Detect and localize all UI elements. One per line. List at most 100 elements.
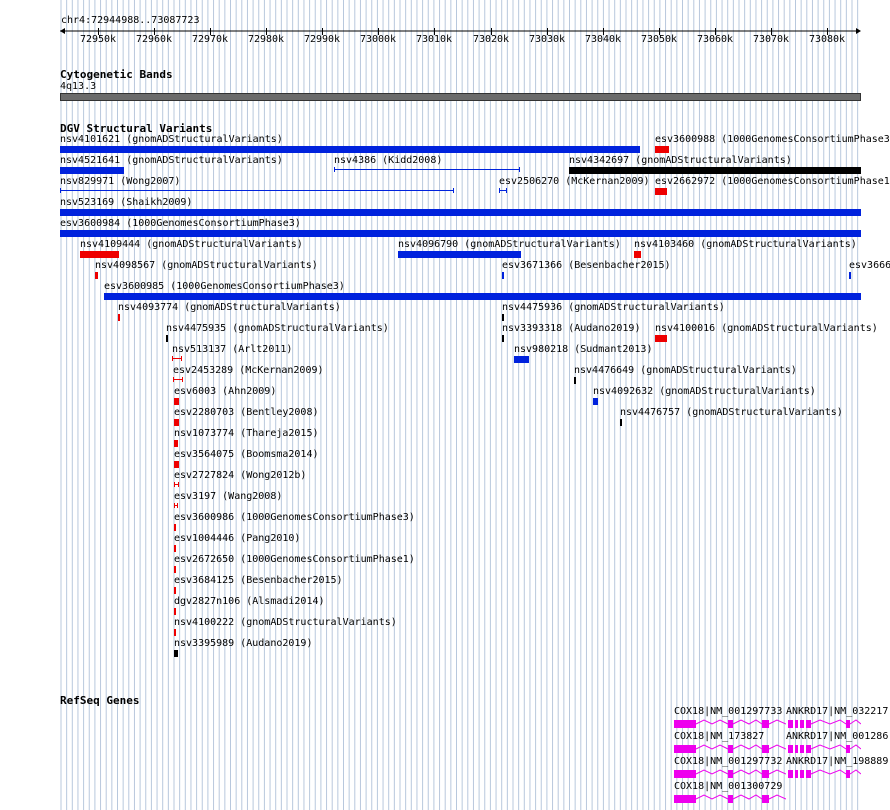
variant-bar[interactable] xyxy=(849,272,851,279)
gene-label[interactable]: ANKRD17|NM_001286 xyxy=(786,731,888,743)
gene-model[interactable] xyxy=(786,768,861,780)
variant-bar[interactable] xyxy=(172,356,182,361)
variant-label[interactable]: nsv4386 (Kidd2008) xyxy=(334,155,442,167)
variant-label[interactable]: nsv980218 (Sudmant2013) xyxy=(514,344,652,356)
variant-label[interactable]: nsv4521641 (gnomADStructuralVariants) xyxy=(60,155,283,167)
variant-bar[interactable] xyxy=(174,503,178,508)
variant-label[interactable]: nsv4475935 (gnomADStructuralVariants) xyxy=(166,323,389,335)
variant-label[interactable]: nsv4101621 (gnomADStructuralVariants) xyxy=(60,134,283,146)
variant-bar[interactable] xyxy=(174,482,179,487)
variant-bar[interactable] xyxy=(655,335,667,342)
gene-model[interactable] xyxy=(786,718,861,730)
variant-bar[interactable] xyxy=(174,440,178,447)
variant-bar[interactable] xyxy=(634,251,641,258)
gene-label[interactable]: COX18|NM_001300729 xyxy=(674,781,782,793)
cytoband-bar[interactable] xyxy=(60,93,861,101)
variant-bar[interactable] xyxy=(174,398,179,405)
variant-bar[interactable] xyxy=(593,398,598,405)
variant-label[interactable]: nsv3393318 (Audano2019) xyxy=(502,323,640,335)
variant-label[interactable]: nsv3395989 (Audano2019) xyxy=(174,638,312,650)
variant-bar[interactable] xyxy=(60,188,454,193)
ruler-tick-label: 73040k xyxy=(584,34,622,45)
variant-bar[interactable] xyxy=(95,272,98,279)
variant-bar[interactable] xyxy=(574,377,576,384)
variant-label[interactable]: nsv4475936 (gnomADStructuralVariants) xyxy=(502,302,725,314)
variant-label[interactable]: nsv829971 (Wong2007) xyxy=(60,176,180,188)
variant-label[interactable]: nsv4109444 (gnomADStructuralVariants) xyxy=(80,239,303,251)
variant-label[interactable]: esv6003 (Ahn2009) xyxy=(174,386,276,398)
variant-bar[interactable] xyxy=(166,335,168,342)
variant-label[interactable]: esv3564075 (Boomsma2014) xyxy=(174,449,319,461)
gene-model[interactable] xyxy=(786,743,861,755)
variant-bar[interactable] xyxy=(502,272,504,279)
variant-label[interactable]: nsv4100222 (gnomADStructuralVariants) xyxy=(174,617,397,629)
variant-bar[interactable] xyxy=(60,209,861,216)
variant-label[interactable]: dgv2827n106 (Alsmadi2014) xyxy=(174,596,325,608)
variant-bar[interactable] xyxy=(60,167,124,174)
gene-model[interactable] xyxy=(674,793,786,805)
variant-bar[interactable] xyxy=(174,587,176,594)
variant-bar[interactable] xyxy=(655,146,669,153)
variant-bar[interactable] xyxy=(60,146,640,153)
variant-label[interactable]: esv3197 (Wang2008) xyxy=(174,491,282,503)
gene-label[interactable]: COX18|NM_001297732 xyxy=(674,756,782,768)
gene-label[interactable]: COX18|NM_001297733 xyxy=(674,706,782,718)
variant-bar[interactable] xyxy=(502,314,504,321)
variant-bar[interactable] xyxy=(174,524,176,531)
gene-label[interactable]: COX18|NM_173827 xyxy=(674,731,764,743)
variant-bar[interactable] xyxy=(104,293,861,300)
variant-bar[interactable] xyxy=(173,377,183,382)
variant-label[interactable]: esv2506270 (McKernan2009) xyxy=(499,176,650,188)
variant-bar[interactable] xyxy=(174,419,179,426)
variant-bar[interactable] xyxy=(174,461,179,468)
variant-label[interactable]: esv2727824 (Wong2012b) xyxy=(174,470,306,482)
variant-bar[interactable] xyxy=(80,251,119,258)
refseq-track-title[interactable]: RefSeq Genes xyxy=(60,694,139,707)
variant-bar[interactable] xyxy=(502,335,504,342)
variant-label[interactable]: esv2672650 (1000GenomesConsortiumPhase1) xyxy=(174,554,415,566)
variant-label[interactable]: nsv4476757 (gnomADStructuralVariants) xyxy=(620,407,843,419)
cytogenetic-bands-title[interactable]: Cytogenetic Bands xyxy=(60,68,173,81)
variant-bar[interactable] xyxy=(118,314,120,321)
variant-label[interactable]: esv3684125 (Besenbacher2015) xyxy=(174,575,343,587)
gene-model[interactable] xyxy=(674,743,786,755)
variant-bar[interactable] xyxy=(174,608,176,615)
variant-bar[interactable] xyxy=(569,167,861,174)
variant-bar[interactable] xyxy=(174,650,178,657)
variant-bar[interactable] xyxy=(655,188,667,195)
variant-label[interactable]: esv2662972 (1000GenomesConsortiumPhase1) xyxy=(655,176,890,188)
variant-label[interactable]: esv3600984 (1000GenomesConsortiumPhase3) xyxy=(60,218,301,230)
variant-bar[interactable] xyxy=(620,419,622,426)
variant-label[interactable]: nsv4342697 (gnomADStructuralVariants) xyxy=(569,155,792,167)
variant-bar[interactable] xyxy=(174,545,176,552)
variant-label[interactable]: esv3666 xyxy=(849,260,890,272)
variant-label[interactable]: nsv4092632 (gnomADStructuralVariants) xyxy=(593,386,816,398)
variant-bar[interactable] xyxy=(398,251,521,258)
variant-label[interactable]: esv1004446 (Pang2010) xyxy=(174,533,300,545)
variant-label[interactable]: nsv513137 (Arlt2011) xyxy=(172,344,292,356)
gene-model[interactable] xyxy=(674,768,786,780)
variant-bar[interactable] xyxy=(174,566,176,573)
gene-label[interactable]: ANKRD17|NM_032217 xyxy=(786,706,888,718)
variant-label[interactable]: nsv4093774 (gnomADStructuralVariants) xyxy=(118,302,341,314)
variant-label[interactable]: esv3600986 (1000GenomesConsortiumPhase3) xyxy=(174,512,415,524)
variant-bar[interactable] xyxy=(334,167,520,172)
variant-label[interactable]: esv2453289 (McKernan2009) xyxy=(173,365,324,377)
variant-bar[interactable] xyxy=(60,230,861,237)
variant-bar[interactable] xyxy=(174,629,176,636)
variant-label[interactable]: nsv4476649 (gnomADStructuralVariants) xyxy=(574,365,797,377)
variant-label[interactable]: nsv1073774 (Thareja2015) xyxy=(174,428,319,440)
variant-label[interactable]: nsv4096790 (gnomADStructuralVariants) xyxy=(398,239,621,251)
variant-label[interactable]: nsv4103460 (gnomADStructuralVariants) xyxy=(634,239,857,251)
gene-model[interactable] xyxy=(674,718,786,730)
variant-label[interactable]: esv2280703 (Bentley2008) xyxy=(174,407,319,419)
variant-label[interactable]: esv3600985 (1000GenomesConsortiumPhase3) xyxy=(104,281,345,293)
variant-label[interactable]: nsv4100016 (gnomADStructuralVariants) xyxy=(655,323,878,335)
variant-label[interactable]: nsv4098567 (gnomADStructuralVariants) xyxy=(95,260,318,272)
variant-bar[interactable] xyxy=(499,188,507,193)
variant-label[interactable]: nsv523169 (Shaikh2009) xyxy=(60,197,192,209)
variant-label[interactable]: esv3600988 (1000GenomesConsortiumPhase3) xyxy=(655,134,890,146)
variant-label[interactable]: esv3671366 (Besenbacher2015) xyxy=(502,260,671,272)
variant-bar[interactable] xyxy=(514,356,529,363)
gene-label[interactable]: ANKRD17|NM_198889 xyxy=(786,756,888,768)
